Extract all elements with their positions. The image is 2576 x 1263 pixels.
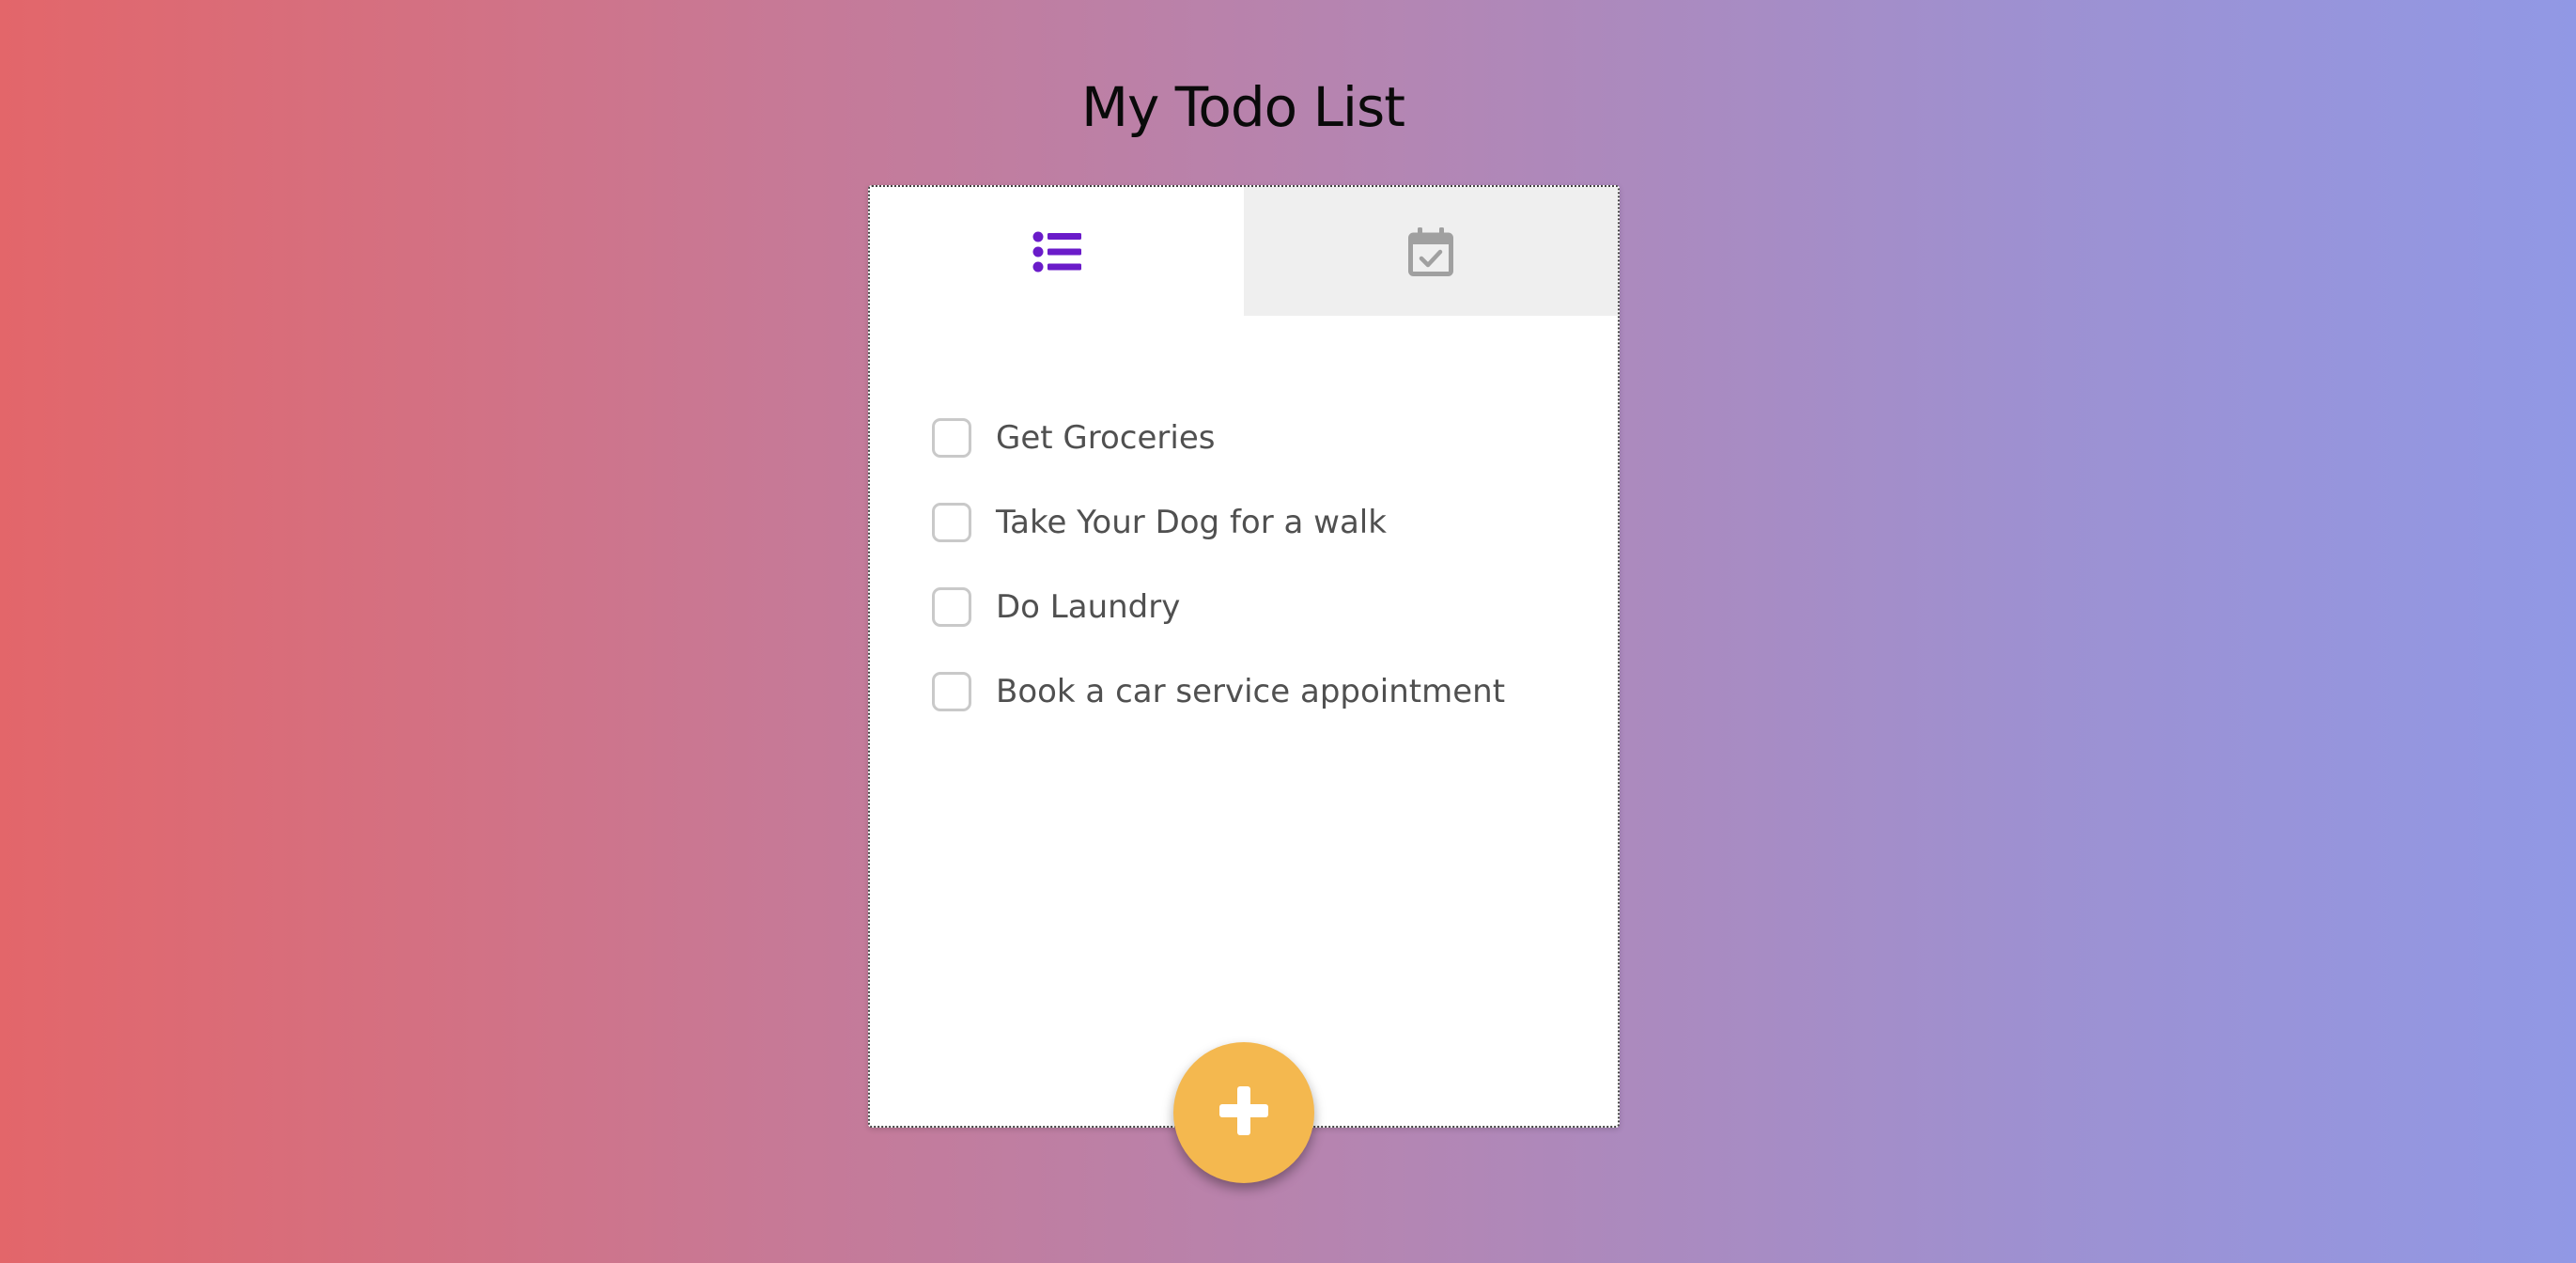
tab-list[interactable] [870,187,1244,316]
todo-item: Do Laundry [932,565,1505,649]
page-title: My Todo List [1081,75,1405,139]
todo-item: Take Your Dog for a walk [932,480,1505,565]
todo-label: Take Your Dog for a walk [996,504,1387,541]
todo-item: Book a car service appointment [932,649,1505,734]
add-todo-button[interactable] [1173,1042,1314,1183]
todo-checkbox[interactable] [932,672,971,711]
todo-card: Get Groceries Take Your Dog for a walk D… [868,185,1620,1128]
todo-label: Do Laundry [996,588,1181,626]
list-icon [1032,231,1081,273]
todo-label: Book a car service appointment [996,673,1506,710]
tab-calendar[interactable] [1244,187,1618,316]
calendar-check-icon [1408,226,1453,276]
todo-checkbox[interactable] [932,418,971,458]
todo-checkbox[interactable] [932,587,971,627]
todo-checkbox[interactable] [932,503,971,542]
plus-icon [1218,1084,1270,1141]
todo-list: Get Groceries Take Your Dog for a walk D… [932,396,1505,734]
todo-item: Get Groceries [932,396,1505,480]
todo-label: Get Groceries [996,419,1216,457]
tab-bar [870,187,1618,316]
